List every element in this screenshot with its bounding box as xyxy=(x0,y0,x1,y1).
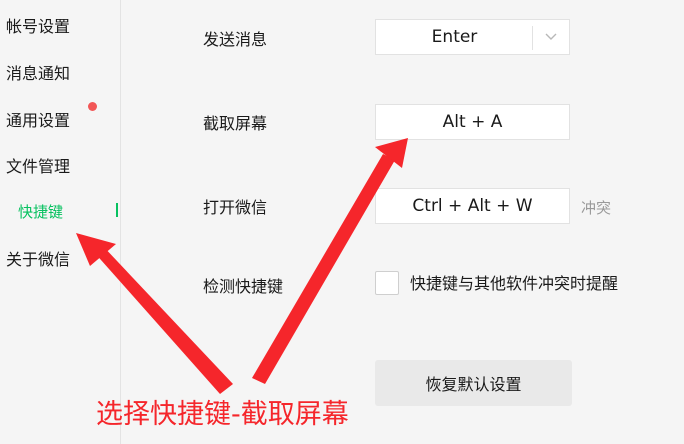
sidebar-item-about[interactable]: 关于微信 xyxy=(6,250,70,270)
sidebar-divider xyxy=(120,0,121,444)
sidebar-item-files[interactable]: 文件管理 xyxy=(6,157,70,177)
wechat-settings-window: 帐号设置 消息通知 通用设置 文件管理 快捷键 关于微信 发送消息 Enter … xyxy=(0,0,684,444)
detect-shortcut-label: 检测快捷键 xyxy=(203,277,284,296)
sidebar-item-shortcuts[interactable]: 快捷键 xyxy=(18,202,63,222)
annotation-caption: 选择快捷键-截取屏幕 xyxy=(96,399,349,430)
arrow-to-screenshot-shaft xyxy=(252,154,395,384)
active-indicator xyxy=(116,203,118,217)
send-key-select[interactable]: Enter xyxy=(375,19,570,55)
arrow-to-screenshot-head xyxy=(375,138,408,168)
sidebar-item-general[interactable]: 通用设置 xyxy=(6,111,70,131)
settings-sidebar: 帐号设置 消息通知 通用设置 文件管理 快捷键 关于微信 xyxy=(0,0,120,444)
conflict-alert-label[interactable]: 快捷键与其他软件冲突时提醒 xyxy=(410,274,618,294)
sidebar-item-notifications[interactable]: 消息通知 xyxy=(6,64,70,84)
open-wechat-shortcut-value: Ctrl + Alt + W xyxy=(412,196,533,216)
notification-dot xyxy=(88,102,97,111)
screenshot-shortcut-value: Alt + A xyxy=(442,112,503,132)
send-key-value: Enter xyxy=(431,27,478,47)
dropdown-divider xyxy=(532,26,533,50)
sidebar-item-account[interactable]: 帐号设置 xyxy=(6,17,70,37)
chevron-down-icon[interactable] xyxy=(543,28,559,44)
restore-defaults-button[interactable]: 恢复默认设置 xyxy=(375,360,572,406)
open-wechat-shortcut-field[interactable]: Ctrl + Alt + W xyxy=(375,188,570,224)
open-wechat-label: 打开微信 xyxy=(203,198,268,217)
screenshot-shortcut-field[interactable]: Alt + A xyxy=(375,104,570,140)
send-message-label: 发送消息 xyxy=(203,30,268,49)
screenshot-label: 截取屏幕 xyxy=(203,114,268,133)
conflict-alert-checkbox[interactable] xyxy=(375,271,399,295)
conflict-status: 冲突 xyxy=(581,199,612,217)
